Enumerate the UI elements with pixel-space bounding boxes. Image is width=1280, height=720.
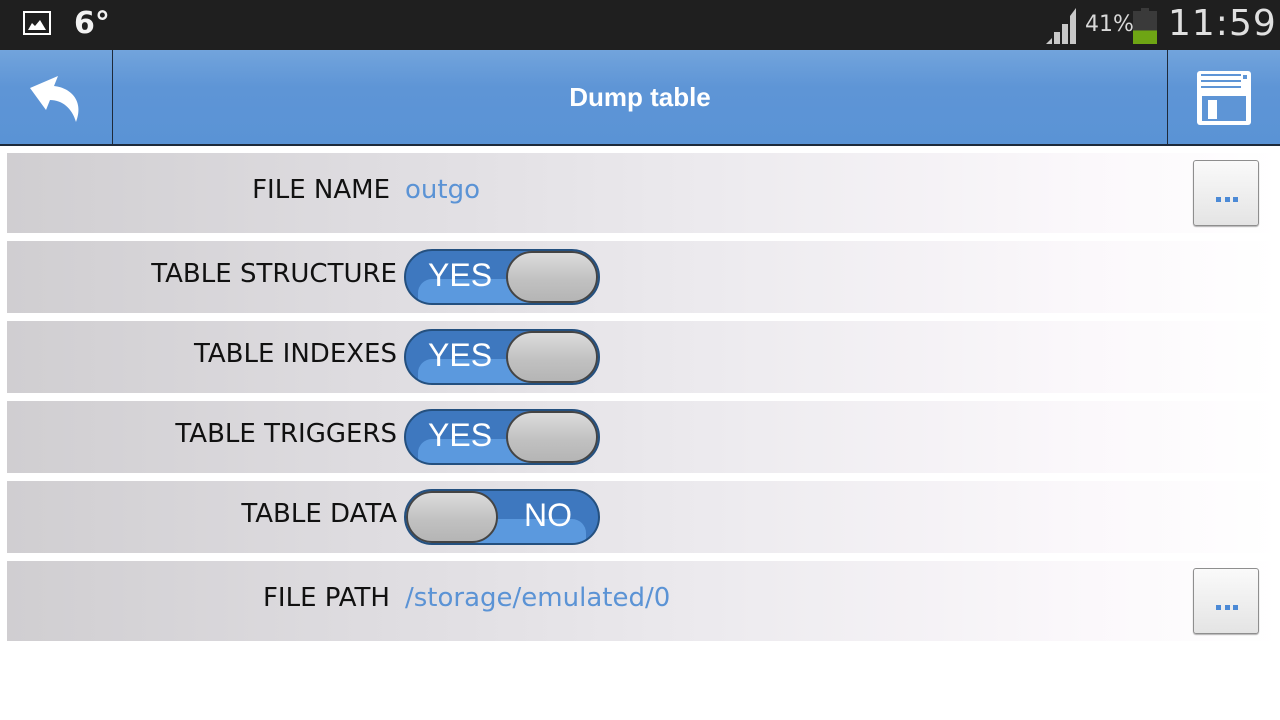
battery-percent: 41% (1085, 12, 1134, 37)
file-path-browse-button[interactable] (1193, 568, 1259, 634)
toggle-state-text: NO (524, 497, 572, 533)
toggle-knob[interactable] (506, 251, 598, 303)
toggle-state-text: YES (428, 257, 493, 293)
table-triggers-row: TABLE TRIGGERS YES (7, 401, 1280, 473)
table-structure-toggle[interactable]: YES (404, 249, 600, 305)
table-data-toggle[interactable]: NO (404, 489, 600, 545)
file-name-browse-button[interactable] (1193, 160, 1259, 226)
battery-icon (1133, 8, 1157, 44)
table-data-row: TABLE DATA NO (7, 481, 1280, 553)
temperature: 6° (74, 6, 110, 41)
table-structure-label: TABLE STRUCTURE (151, 259, 397, 289)
signal-bars-icon (1046, 8, 1076, 44)
table-indexes-toggle[interactable]: YES (404, 329, 600, 385)
toggle-state-text: YES (428, 417, 493, 453)
toggle-state-text: YES (428, 337, 493, 373)
toggle-knob[interactable] (406, 491, 498, 543)
table-triggers-toggle[interactable]: YES (404, 409, 600, 465)
floppy-disk-icon (1197, 71, 1251, 125)
toggle-knob[interactable] (506, 411, 598, 463)
save-button[interactable] (1167, 50, 1280, 144)
file-name-field[interactable]: outgo (405, 175, 480, 205)
file-path-row: FILE PATH /storage/emulated/0 (7, 561, 1280, 641)
file-path-label: FILE PATH (262, 583, 390, 613)
ellipsis-icon (1216, 605, 1238, 610)
page-title: Dump table (569, 82, 711, 112)
file-path-field[interactable]: /storage/emulated/0 (405, 583, 670, 613)
toggle-knob[interactable] (506, 331, 598, 383)
file-name-row: FILE NAME outgo (7, 153, 1280, 233)
table-triggers-label: TABLE TRIGGERS (175, 419, 397, 449)
table-indexes-row: TABLE INDEXES YES (7, 321, 1280, 393)
clock: 11:59 (1168, 3, 1277, 44)
table-structure-row: TABLE STRUCTURE YES (7, 241, 1280, 313)
undo-arrow-icon (30, 76, 79, 122)
app-bar: Dump table (0, 50, 1280, 146)
image-icon (23, 11, 51, 35)
back-button[interactable] (0, 50, 113, 144)
table-indexes-label: TABLE INDEXES (194, 339, 397, 369)
ellipsis-icon (1216, 197, 1238, 202)
status-bar: 6° 41% 11:59 (0, 0, 1280, 50)
file-name-label: FILE NAME (252, 175, 390, 205)
table-data-label: TABLE DATA (241, 499, 397, 529)
